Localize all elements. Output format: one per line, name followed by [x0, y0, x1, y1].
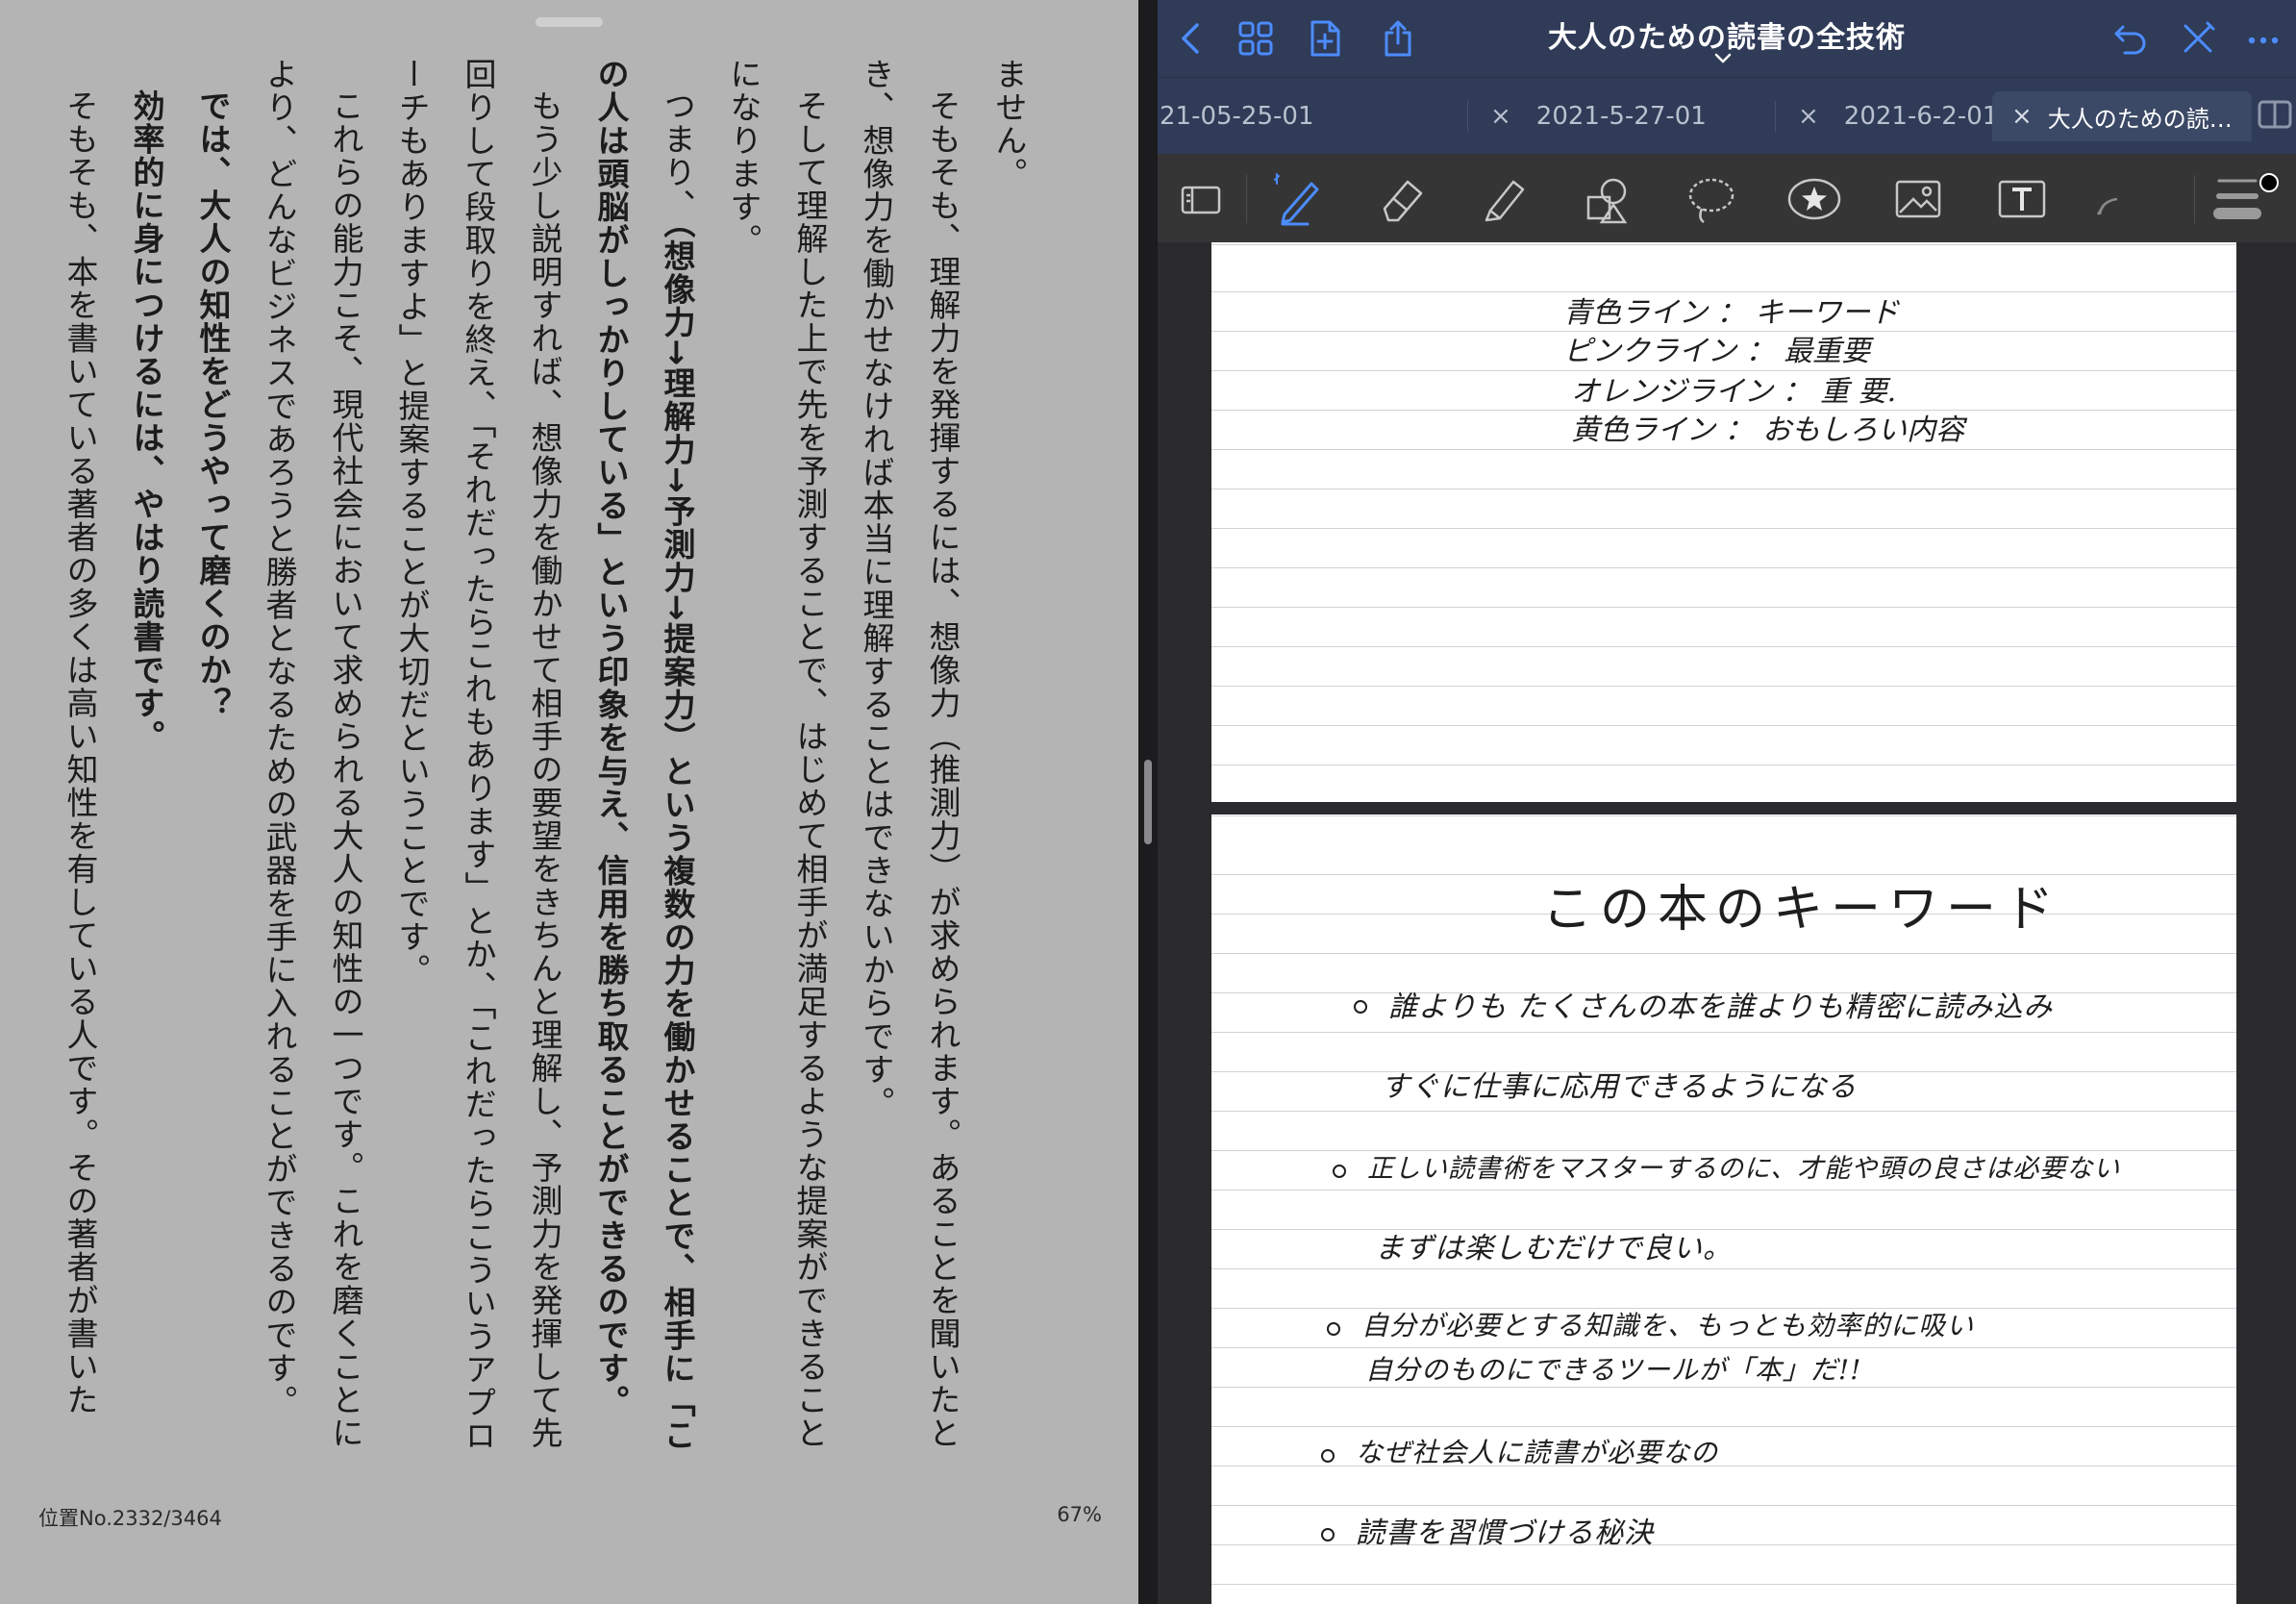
ebook-text: これらの能力こそ、現代社会において求められる大人の知性の一つです。これを磨くこと…: [261, 58, 364, 1450]
note-page-2[interactable]: この本のキーワード 誰よりも たくさんの本を誰よりも精密に読み込み すぐに仕事に…: [1211, 815, 2236, 1604]
notes-app-pane: 大人のための読書の全技術 21-05-25-01 × 2021-5-27-01 …: [1158, 0, 2296, 1604]
keyword-item-continued: 自分のものにできるツールが「本」だ!!: [1365, 1354, 1862, 1386]
reading-progress-percent: 67%: [1057, 1503, 1102, 1526]
more-button[interactable]: [2242, 17, 2284, 60]
tab-active-document[interactable]: × 大人のための読…: [1992, 91, 2252, 141]
legend-line-blue: 青色ライン ： キーワード: [1563, 296, 1900, 330]
tab-label: 2021-6-2-01: [1843, 102, 1999, 131]
text-box-icon: [1998, 180, 2046, 218]
read-mode-tool[interactable]: [1167, 169, 1235, 229]
tab-label: 2021-5-27-01: [1535, 102, 1707, 131]
chevron-down-icon[interactable]: [1711, 50, 1734, 67]
undo-icon: [2114, 25, 2146, 55]
keyword-item: 読書を習慣づける秘決: [1356, 1516, 1654, 1550]
laser-pointer-icon: [2096, 197, 2118, 215]
pen-thickness-color-icon: [2213, 173, 2279, 219]
drawing-toolbar: [1158, 154, 2296, 242]
keyword-item-continued: すぐに仕事に応用できるようになる: [1381, 1070, 1858, 1104]
tab-label: 大人のための読…: [2047, 105, 2233, 133]
pencil-cross-icon: [2184, 21, 2215, 53]
tab-label: 21-05-25-01: [1160, 102, 1314, 131]
ebook-bold-text: では、大人の知性をどうやって磨くのか？: [194, 89, 232, 720]
close-tab-icon[interactable]: ×: [1490, 102, 1511, 131]
pen-icon: [1274, 173, 1319, 226]
image-icon: [1895, 180, 1941, 218]
ebook-paragraph: 効率的に身につけるには、やはり読書です。: [113, 58, 180, 1462]
tab-2021-5-27-01[interactable]: × 2021-5-27-01: [1490, 91, 1707, 141]
keyword-item: なぜ社会人に読書が必要なの: [1356, 1437, 1719, 1468]
pen-options-button[interactable]: [2206, 169, 2292, 229]
ebook-paragraph: では、大人の知性をどうやって磨くのか？: [180, 58, 246, 1462]
ebook-page-text: ません。 そもそも、理解力を発揮するには、想像力（推測力）が求められます。あること…: [47, 58, 1042, 1462]
image-tool[interactable]: [1884, 169, 1952, 229]
notes-nav-bar: 大人のための読書の全技術: [1158, 0, 2296, 77]
ebook-paragraph: つまり、（想像力→理解力→予測力→提案力）という複数の力を働かせることで、相手に…: [578, 58, 711, 1462]
highlighter-icon: [1485, 180, 1525, 222]
ebook-reader-pane[interactable]: ません。 そもそも、理解力を発揮するには、想像力（推測力）が求められます。あること…: [0, 0, 1138, 1604]
tab-21-05-25-01[interactable]: 21-05-25-01: [1160, 91, 1313, 141]
shape-tool[interactable]: [1575, 169, 1642, 229]
highlighter-tool[interactable]: [1471, 169, 1538, 229]
keyword-item: 正しい読書術をマスターするのに、才能や頭の良さは必要ない: [1367, 1154, 2121, 1184]
shapes-icon: [1586, 178, 1628, 224]
ebook-paragraph: そもそも、理解力を発揮するには、想像力（推測力）が求められます。あることを聞いた…: [843, 58, 976, 1462]
lasso-icon: [1688, 178, 1734, 224]
ebook-paragraph: そもそも、本を書いている著者の多くは高い知性を有している人です。その著者が書いた: [47, 58, 113, 1462]
sticker-tool[interactable]: [1781, 169, 1848, 229]
ebook-text: そして理解した上で先を予測することで、はじめて相手が満足するような提案ができるこ…: [725, 58, 829, 1450]
undo-button[interactable]: [2109, 17, 2152, 60]
pen-tool[interactable]: [1261, 169, 1329, 229]
lasso-tool[interactable]: [1677, 169, 1744, 229]
ebook-text: そもそも、本を書いている著者の多くは高い知性を有している人です。その著者が書いた: [62, 89, 99, 1416]
legend-line-orange: オレンジライン ： 重 要.: [1571, 375, 1897, 409]
text-tool[interactable]: [1988, 169, 2056, 229]
keyword-item-continued: まずは楽しむだけで良い。: [1375, 1232, 1733, 1266]
ebook-text: そもそも、理解力を発揮するには、想像力（推測力）が求められます。あることを聞いた…: [858, 58, 961, 1450]
ebook-paragraph: もう少し説明すれば、想像力を働かせて相手の要望をきちんと理解し、予測力を発揮して…: [379, 58, 578, 1462]
reader-grabber-handle[interactable]: [536, 17, 603, 27]
star-sticker-icon: [1787, 178, 1841, 220]
close-tab-icon[interactable]: ×: [2011, 102, 2033, 131]
ebook-paragraph: そして理解した上で先を予測することで、はじめて相手が満足するような提案ができるこ…: [711, 58, 843, 1462]
eraser-tool[interactable]: [1367, 169, 1435, 229]
ebook-text: もう少し説明すれば、想像力を働かせて相手の要望をきちんと理解し、予測力を発揮して…: [393, 58, 563, 1453]
split-tab-button[interactable]: [2254, 93, 2296, 136]
ebook-text: つまり、: [659, 89, 696, 222]
ebook-paragraph: これらの能力こそ、現代社会において求められる大人の知性の一つです。これを磨くこと…: [246, 58, 379, 1462]
ebook-paragraph: ません。: [976, 58, 1042, 1462]
keyword-item: 誰よりも たくさんの本を誰よりも精密に読み込み: [1388, 990, 2054, 1024]
ebook-text: ません。: [990, 58, 1028, 190]
laser-pointer-tool[interactable]: [2071, 169, 2138, 229]
ebook-bold-text: 効率的に身につけるには、やはり読書です。: [128, 89, 165, 753]
pen-settings-button[interactable]: [2177, 17, 2219, 60]
legend-line-yellow: 黄色ライン ： おもしろい内容: [1571, 414, 1965, 447]
keyword-item: 自分が必要とする知識を、もっとも効率的に吸い: [1361, 1310, 1975, 1341]
eraser-icon: [1383, 180, 1423, 222]
document-tab-bar: 21-05-25-01 × 2021-5-27-01 × 2021-6-2-01…: [1158, 77, 2296, 154]
sidebar-icon: [2258, 100, 2292, 129]
ebook-bold-text: （想像力→理解力→予測力→提案力）という複数の力を働かせることで、相手に「この人…: [592, 58, 696, 1452]
read-mode-icon: [1181, 186, 1221, 214]
note-page-1[interactable]: 青色ライン ： キーワード ピンクライン ： 最重要 オレンジライン ： 重 要…: [1211, 242, 2236, 802]
close-tab-icon[interactable]: ×: [1798, 102, 1819, 131]
legend-line-pink: ピンクライン ： 最重要: [1563, 335, 1871, 368]
keywords-heading: この本のキーワード: [1542, 881, 2062, 939]
reading-location: 位置No.2332/3464: [38, 1507, 222, 1530]
tab-2021-6-2-01[interactable]: × 2021-6-2-01: [1798, 91, 1998, 141]
split-view-handle[interactable]: [1144, 760, 1152, 844]
more-icon: [2248, 37, 2279, 44]
